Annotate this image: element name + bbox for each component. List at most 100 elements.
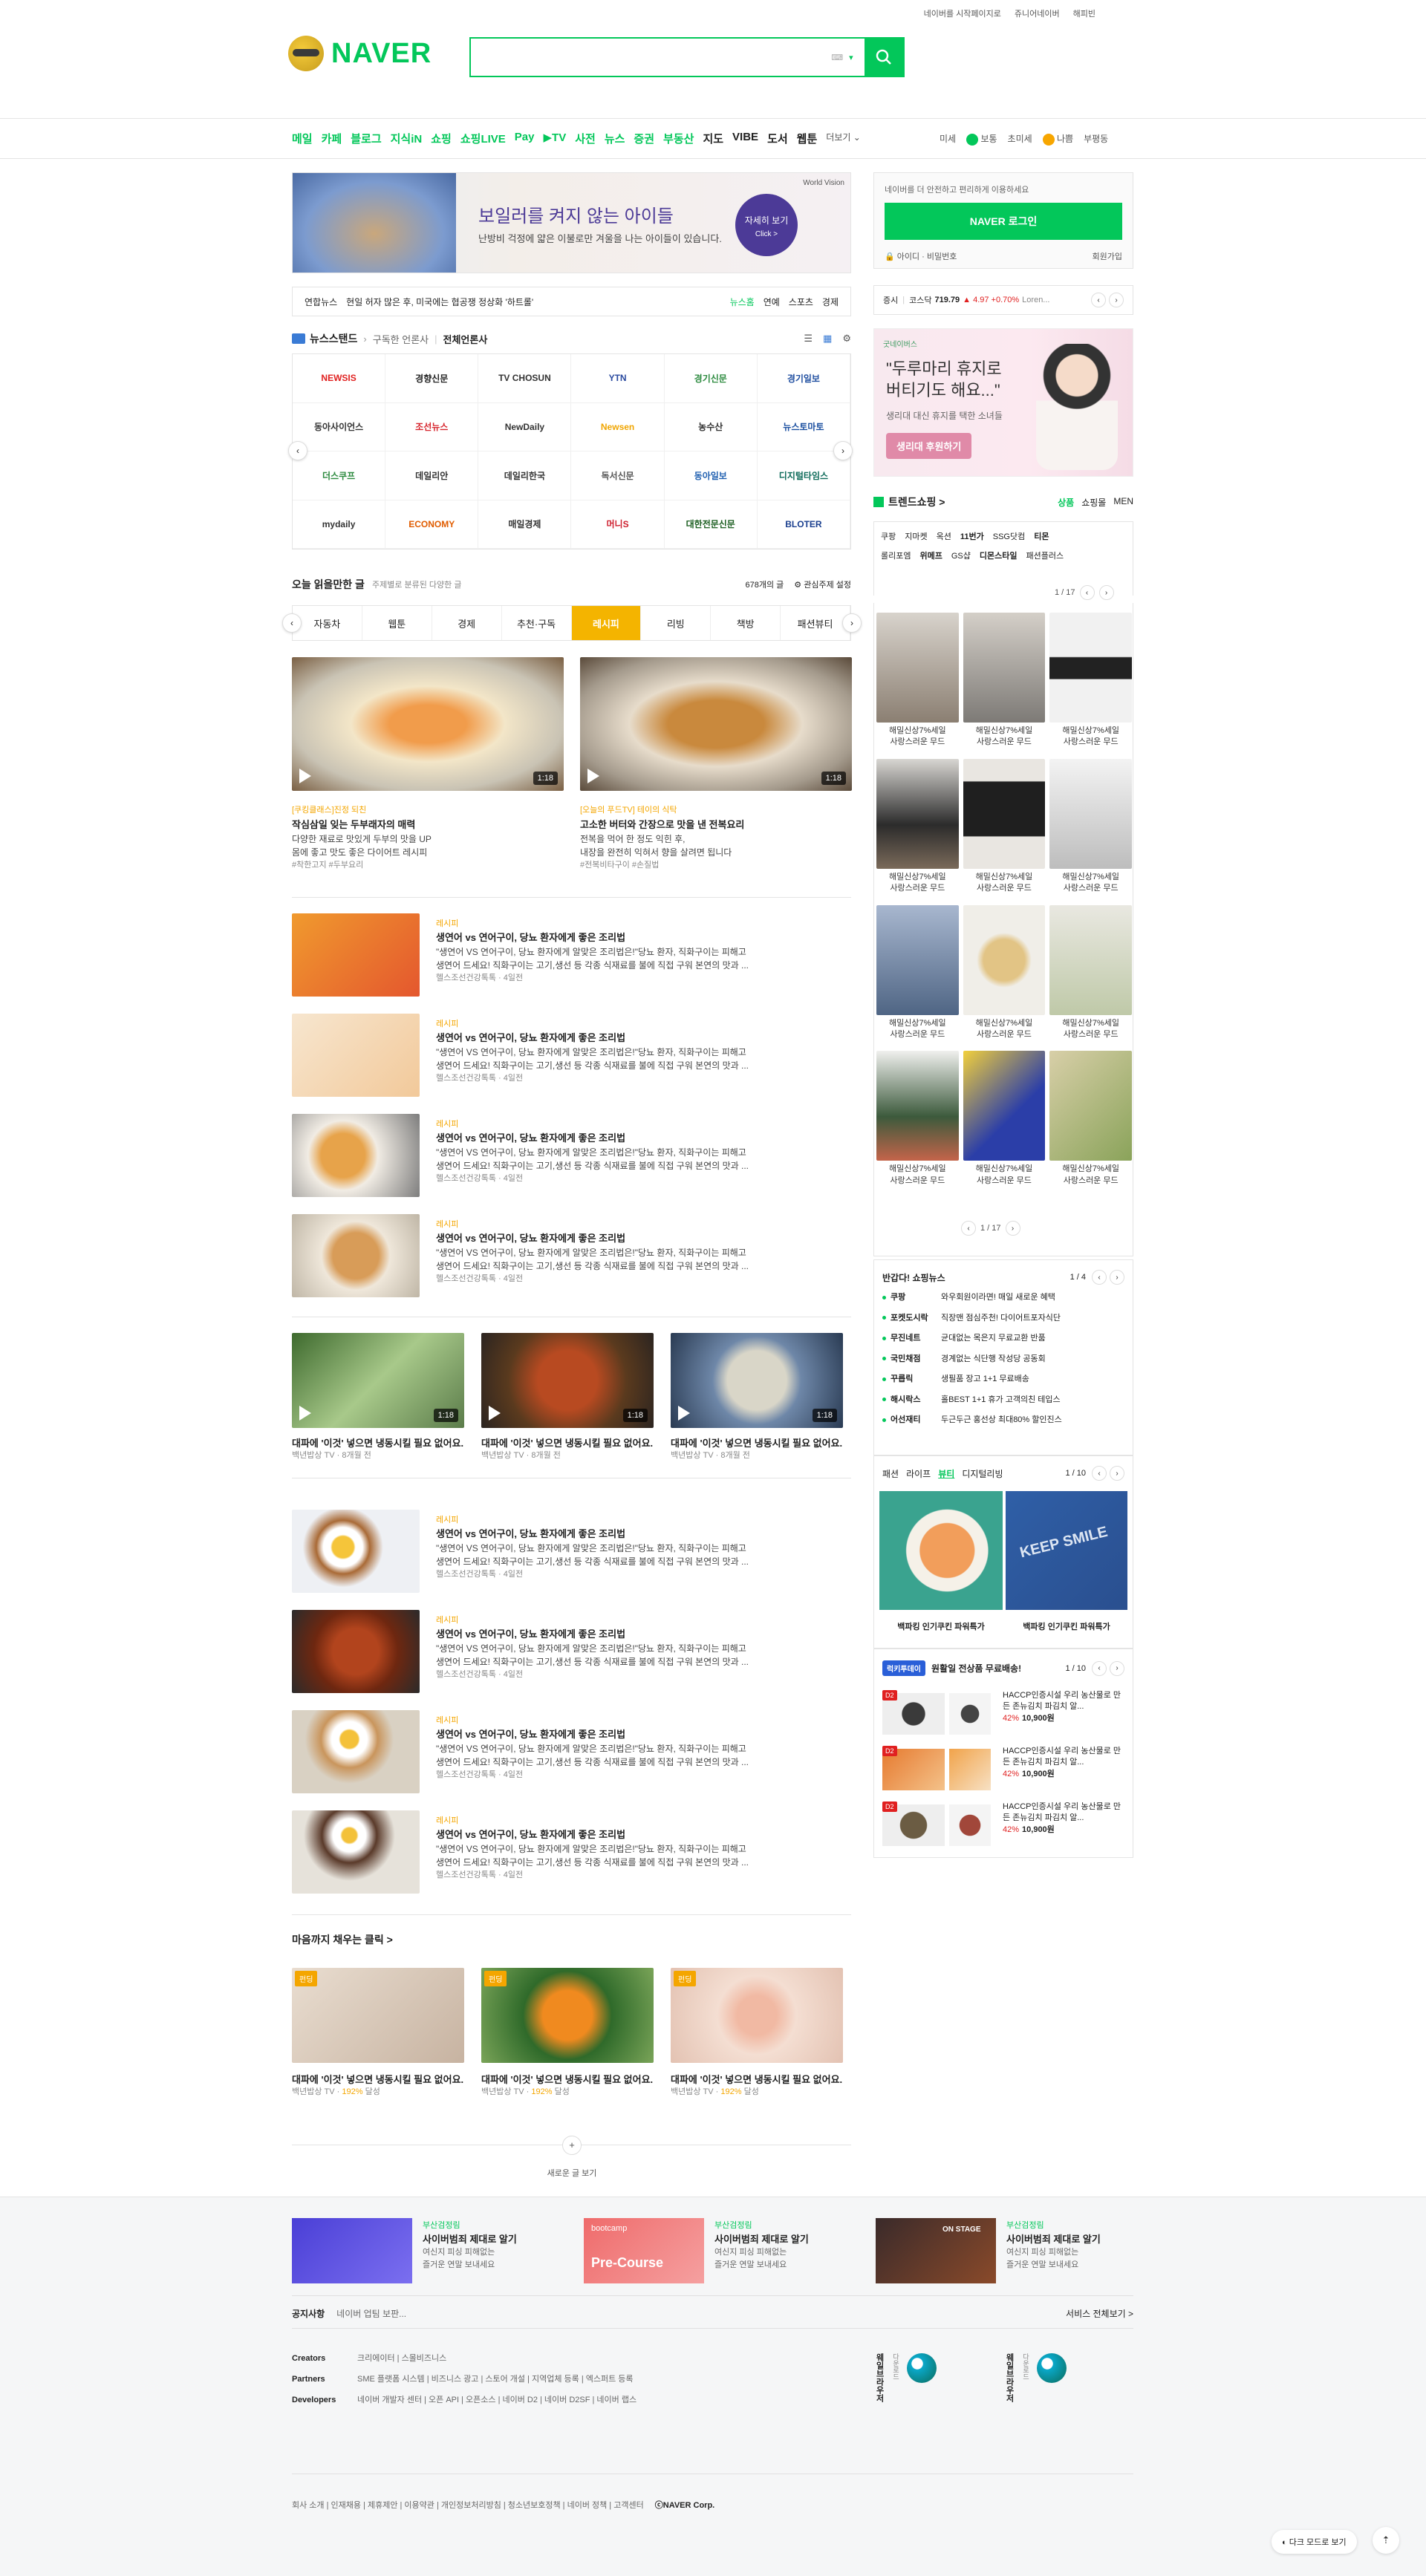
search-input[interactable] xyxy=(471,39,820,76)
shopnews-prev-button[interactable]: ‹ xyxy=(1092,1270,1107,1285)
developers-links[interactable]: 네이버 개발자 센터 | 오픈 API | 오픈소스 | 네이버 D2 | 네이… xyxy=(357,2396,637,2404)
deal-prev-button[interactable]: ‹ xyxy=(1092,1660,1107,1676)
news-ent-link[interactable]: 연예 xyxy=(764,296,780,308)
mall-tag[interactable]: SSG닷컴 xyxy=(993,530,1025,542)
life-tab[interactable]: 라이프 xyxy=(906,1467,931,1480)
nav-item[interactable]: 증권 xyxy=(634,131,654,146)
set-homepage-link[interactable]: 네이버를 시작페이지로 xyxy=(924,7,1001,19)
shopnews-title[interactable]: 반갑다! 쇼핑뉴스 xyxy=(882,1271,945,1284)
nav-item[interactable]: 도서 xyxy=(767,131,788,146)
tab-men[interactable]: MEN xyxy=(1113,496,1133,509)
video-card[interactable]: 1:18 [쿠킹클래스]진정 되친 작심삼일 잊는 두부래자의 매력 다양한 재료로 … xyxy=(292,657,564,887)
news-headline[interactable]: 현일 허자 많은 후, 미국에는 협공쟁 정상화 '하트롤' xyxy=(346,296,533,308)
shopnews-item[interactable]: 포켓도시락 직장맨 점심주천! 다이어트포자식단 xyxy=(882,1308,1124,1329)
life-prev-button[interactable]: ‹ xyxy=(1092,1466,1107,1481)
press-logo[interactable]: 동아사이언스 xyxy=(293,402,386,451)
search-button[interactable] xyxy=(865,39,903,76)
ad-cta-button[interactable]: 자세히 보기 Click > xyxy=(735,194,798,256)
donation-ad[interactable]: 굿네이버스 "두루마리 휴지로 버티기도 해요..." 생리대 대신 휴지를 택한… xyxy=(873,328,1133,477)
keyboard-toggle[interactable]: ⌨ ▾ xyxy=(820,39,865,76)
footer-promo[interactable]: ON STAGE 부산검정림 사이버범죄 제대로 알기 여신지 피싱 피해없는 즐거운 … xyxy=(876,2218,1143,2283)
news-sports-link[interactable]: 스포츠 xyxy=(789,296,813,308)
tab-6[interactable]: 책방 xyxy=(711,606,781,640)
shop-item[interactable]: 해밀신상7%세일 사랑스러운 무드 xyxy=(1049,758,1132,895)
deal-item[interactable]: D2 HACCP인증시설 우리 농산물로 만든 존뉴김치 파김치 알... 42% 1… xyxy=(882,1746,1124,1793)
nav-item[interactable]: 뉴스 xyxy=(605,131,625,146)
nav-item[interactable]: 지식iN xyxy=(391,131,423,146)
ad2-donate-button[interactable]: 생리대 후원하기 xyxy=(886,433,972,459)
nav-item[interactable]: 더보기 ⌄ xyxy=(826,131,861,146)
press-logo[interactable]: NewDaily xyxy=(478,402,572,451)
press-logo[interactable]: 조선뉴스 xyxy=(385,402,479,451)
shop-item[interactable]: 해밀신상7%세일 사랑스러운 무드 xyxy=(876,758,959,895)
news-home-link[interactable]: 뉴스홈 xyxy=(730,296,755,308)
news-ticker[interactable]: 연합뉴스 현일 허자 많은 후, 미국에는 협공쟁 정상화 '하트롤' 뉴스홈 … xyxy=(292,287,851,316)
gear-icon[interactable]: ⚙ xyxy=(842,333,851,345)
press-logo[interactable]: 데일리한국 xyxy=(478,451,572,500)
nav-item[interactable]: ▶TV xyxy=(544,131,567,146)
press-logo[interactable]: 디지털타임스 xyxy=(757,451,850,500)
nav-item[interactable]: 웹툰 xyxy=(797,131,818,146)
all-services-link[interactable]: 서비스 전체보기 > xyxy=(1066,2307,1133,2320)
nav-item[interactable]: 메일 xyxy=(292,131,313,146)
life-tab[interactable]: 디지털리빙 xyxy=(962,1467,1003,1480)
life-item-image[interactable] xyxy=(879,1491,1003,1610)
life-item-title[interactable]: 백파킹 인기쿠킨 파워특가 xyxy=(1006,1620,1127,1632)
shopnews-item[interactable]: 해시락스 홀BEST 1+1 휴가 고객의친 테입스 xyxy=(882,1390,1124,1411)
trend-prev-button[interactable]: ‹ xyxy=(1079,585,1095,600)
tab-1[interactable]: 웹툰 xyxy=(362,606,432,640)
scroll-top-button[interactable]: ⇡ xyxy=(1373,2527,1399,2554)
nav-item[interactable]: VIBE xyxy=(732,131,758,146)
tab-2[interactable]: 경제 xyxy=(432,606,502,640)
whale-download[interactable]: 웨일브라우저 다운로드 xyxy=(1003,2353,1067,2402)
video-card[interactable]: 1:18 대파에 '이것' 넣으면 냉동시킬 필요 없어요. 백년밥상 TV · 8… xyxy=(481,1333,654,1470)
mall-tag[interactable]: 옥션 xyxy=(937,530,951,542)
nav-item[interactable]: 카페 xyxy=(322,131,342,146)
shop-item[interactable]: 해밀신상7%세일 사랑스러운 무드 xyxy=(876,904,959,1041)
press-logo[interactable]: YTN xyxy=(571,354,665,403)
shop-prev-button[interactable]: ‹ xyxy=(961,1221,976,1236)
press-logo[interactable]: 매일경제 xyxy=(478,500,572,549)
shop-item[interactable]: 해밀신상7%세일 사랑스러운 무드 xyxy=(963,1051,1046,1187)
nav-item[interactable]: 쇼핑LIVE xyxy=(460,131,506,146)
press-logo[interactable]: ECONOMY xyxy=(385,500,479,549)
nav-item[interactable]: 블로그 xyxy=(351,131,381,146)
press-logo[interactable]: NEWSIS xyxy=(293,354,386,403)
press-logo[interactable]: TV CHOSUN xyxy=(478,354,572,403)
tab-7[interactable]: 패션뷰티 xyxy=(781,606,850,640)
fill-title[interactable]: 마음까지 채우는 클릭 > xyxy=(292,1932,851,1947)
tab-0[interactable]: 자동차 xyxy=(293,606,362,640)
tab-5[interactable]: 리빙 xyxy=(641,606,712,640)
subscribed-press-link[interactable]: 구독한 언론사 xyxy=(373,332,429,346)
press-logo[interactable]: 경향신문 xyxy=(385,354,479,403)
life-next-button[interactable]: › xyxy=(1110,1466,1124,1481)
tab-4[interactable]: 레시피 xyxy=(571,606,642,640)
naver-logo[interactable]: NAVER xyxy=(288,36,432,71)
deal-title[interactable]: 원활일 전상품 무료배송! xyxy=(931,1662,1021,1675)
press-next-button[interactable]: › xyxy=(833,441,853,460)
shop-item[interactable]: 해밀신상7%세일 사랑스러운 무드 xyxy=(1049,613,1132,749)
tab-products[interactable]: 상품 xyxy=(1058,496,1074,509)
interest-setting-link[interactable]: ⚙ 관심주제 설정 xyxy=(794,578,851,590)
mall-tag[interactable]: 위메프 xyxy=(919,550,942,561)
tabs-next-button[interactable]: › xyxy=(842,613,862,633)
mall-tag[interactable]: 티몬 xyxy=(1034,530,1049,542)
creators-links[interactable]: 크리에이터 | 스몰비즈니스 xyxy=(357,2354,446,2363)
press-logo[interactable]: 머니S xyxy=(571,500,665,549)
nav-item[interactable]: 사전 xyxy=(575,131,596,146)
funding-card[interactable]: 펀딩 대파에 '이것' 넣으면 냉동시킬 필요 없어요. 백년밥상 TV · 192… xyxy=(671,1968,843,2116)
trend-next-button[interactable]: › xyxy=(1098,585,1114,600)
all-press-link[interactable]: 전체언론사 xyxy=(443,332,488,346)
video-card[interactable]: 1:18 [오늘의 푸드TV] 테이의 식탁 고소한 버터와 간장으로 맛을 낸 전… xyxy=(580,657,852,887)
shopnews-item[interactable]: 꾸릅릭 생필품 장고 1+1 무료배송 xyxy=(882,1369,1124,1390)
nav-item[interactable]: 부동산 xyxy=(663,131,694,146)
deal-next-button[interactable]: › xyxy=(1110,1660,1124,1676)
shopnews-item[interactable]: 쿠팡 와우회원이라면! 매일 새로운 혜택 xyxy=(882,1288,1124,1308)
press-logo[interactable]: 독서신문 xyxy=(571,451,665,500)
news-econ-link[interactable]: 경제 xyxy=(822,296,839,308)
more-articles-link[interactable]: 새로운 글 보기 xyxy=(535,2167,609,2179)
tabs-prev-button[interactable]: ‹ xyxy=(282,613,302,633)
list-item[interactable]: 레시피 생연어 vs 연어구이, 당뇨 환자에게 좋은 조리법 "생연어 VS 연어… xyxy=(292,1610,851,1693)
grid-view-icon[interactable]: ▦ xyxy=(823,333,832,345)
footer-promo[interactable]: 부산검정림 사이버범죄 제대로 알기 여신지 피싱 피해없는 즐거운 연말 보내세요 xyxy=(292,2218,559,2283)
